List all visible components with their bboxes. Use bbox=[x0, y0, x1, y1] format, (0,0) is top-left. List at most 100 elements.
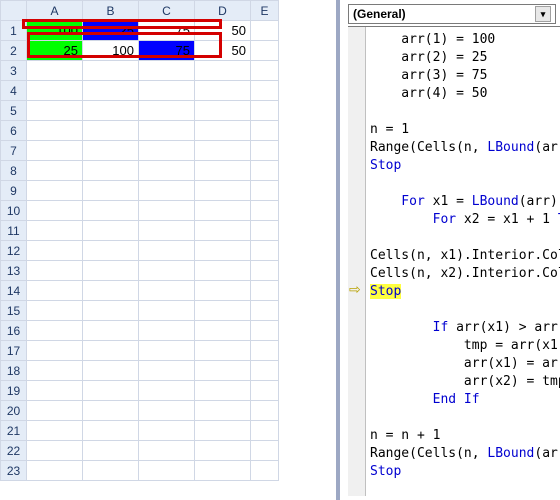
cell[interactable] bbox=[139, 301, 195, 321]
cell[interactable] bbox=[27, 181, 83, 201]
col-header-B[interactable]: B bbox=[83, 1, 139, 21]
cell[interactable] bbox=[195, 221, 251, 241]
cell[interactable]: 50 bbox=[195, 41, 251, 61]
cell[interactable] bbox=[27, 341, 83, 361]
cell[interactable]: 75 bbox=[139, 21, 195, 41]
code-editor[interactable]: ⇨ arr(1) = 100 arr(2) = 25 arr(3) = 75 a… bbox=[348, 26, 560, 496]
cell[interactable]: 100 bbox=[83, 41, 139, 61]
cell[interactable] bbox=[251, 321, 279, 341]
cell[interactable]: 100 bbox=[27, 21, 83, 41]
cell[interactable] bbox=[251, 181, 279, 201]
cell[interactable] bbox=[27, 301, 83, 321]
cell[interactable] bbox=[83, 141, 139, 161]
row-header[interactable]: 9 bbox=[1, 181, 27, 201]
cell[interactable] bbox=[83, 81, 139, 101]
row-header[interactable]: 14 bbox=[1, 281, 27, 301]
cell[interactable] bbox=[83, 101, 139, 121]
cell[interactable] bbox=[251, 261, 279, 281]
cell[interactable] bbox=[83, 421, 139, 441]
breakpoint-gutter[interactable]: ⇨ bbox=[348, 27, 366, 496]
cell[interactable] bbox=[83, 221, 139, 241]
cell[interactable] bbox=[139, 101, 195, 121]
cell[interactable] bbox=[139, 141, 195, 161]
row-header[interactable]: 20 bbox=[1, 401, 27, 421]
cell[interactable] bbox=[251, 121, 279, 141]
cell[interactable] bbox=[83, 201, 139, 221]
row-header[interactable]: 8 bbox=[1, 161, 27, 181]
cell[interactable] bbox=[251, 461, 279, 481]
cell[interactable] bbox=[83, 401, 139, 421]
cell[interactable] bbox=[251, 41, 279, 61]
cell[interactable]: 75 bbox=[139, 41, 195, 61]
cell[interactable] bbox=[195, 341, 251, 361]
cell[interactable] bbox=[251, 161, 279, 181]
cell[interactable] bbox=[27, 201, 83, 221]
cell[interactable] bbox=[195, 161, 251, 181]
cell[interactable] bbox=[195, 421, 251, 441]
cell[interactable] bbox=[251, 421, 279, 441]
row-header[interactable]: 4 bbox=[1, 81, 27, 101]
cell[interactable] bbox=[195, 261, 251, 281]
cell[interactable] bbox=[139, 241, 195, 261]
cell[interactable] bbox=[83, 121, 139, 141]
cell[interactable] bbox=[195, 101, 251, 121]
code-text[interactable]: arr(1) = 100 arr(2) = 25 arr(3) = 75 arr… bbox=[370, 31, 560, 496]
row-header[interactable]: 10 bbox=[1, 201, 27, 221]
row-header[interactable]: 13 bbox=[1, 261, 27, 281]
cell[interactable]: 25 bbox=[27, 41, 83, 61]
col-header-A[interactable]: A bbox=[27, 1, 83, 21]
cell[interactable] bbox=[139, 421, 195, 441]
cell[interactable] bbox=[27, 61, 83, 81]
cell[interactable] bbox=[139, 201, 195, 221]
cell[interactable] bbox=[195, 61, 251, 81]
cell[interactable] bbox=[139, 321, 195, 341]
cell[interactable] bbox=[139, 441, 195, 461]
cell[interactable] bbox=[27, 421, 83, 441]
cell[interactable] bbox=[251, 441, 279, 461]
cell[interactable] bbox=[251, 361, 279, 381]
cell[interactable] bbox=[251, 101, 279, 121]
spreadsheet-grid[interactable]: A B C D E 1 100 25 75 50 2 25 100 75 50 … bbox=[0, 0, 279, 481]
cell[interactable]: 25 bbox=[83, 21, 139, 41]
cell[interactable] bbox=[83, 181, 139, 201]
col-header-D[interactable]: D bbox=[195, 1, 251, 21]
cell[interactable] bbox=[139, 221, 195, 241]
cell[interactable] bbox=[27, 221, 83, 241]
cell[interactable] bbox=[195, 241, 251, 261]
cell[interactable] bbox=[139, 81, 195, 101]
cell[interactable] bbox=[195, 441, 251, 461]
cell[interactable] bbox=[251, 401, 279, 421]
cell[interactable] bbox=[251, 381, 279, 401]
cell[interactable] bbox=[195, 301, 251, 321]
cell[interactable] bbox=[83, 361, 139, 381]
row-header[interactable]: 3 bbox=[1, 61, 27, 81]
cell[interactable] bbox=[27, 461, 83, 481]
cell[interactable] bbox=[251, 81, 279, 101]
cell[interactable] bbox=[83, 381, 139, 401]
row-header[interactable]: 22 bbox=[1, 441, 27, 461]
cell[interactable] bbox=[251, 61, 279, 81]
row-header[interactable]: 21 bbox=[1, 421, 27, 441]
cell[interactable] bbox=[83, 441, 139, 461]
cell[interactable] bbox=[251, 281, 279, 301]
cell[interactable] bbox=[195, 181, 251, 201]
cell[interactable] bbox=[27, 261, 83, 281]
cell[interactable] bbox=[139, 341, 195, 361]
row-header[interactable]: 23 bbox=[1, 461, 27, 481]
cell[interactable] bbox=[139, 461, 195, 481]
cell[interactable] bbox=[195, 141, 251, 161]
cell[interactable] bbox=[251, 341, 279, 361]
cell[interactable] bbox=[27, 241, 83, 261]
cell[interactable] bbox=[251, 141, 279, 161]
cell[interactable] bbox=[139, 361, 195, 381]
row-header[interactable]: 5 bbox=[1, 101, 27, 121]
cell[interactable] bbox=[27, 101, 83, 121]
row-header[interactable]: 1 bbox=[1, 21, 27, 41]
cell[interactable] bbox=[195, 281, 251, 301]
cell[interactable] bbox=[195, 401, 251, 421]
cell[interactable] bbox=[195, 461, 251, 481]
row-header[interactable]: 6 bbox=[1, 121, 27, 141]
cell[interactable] bbox=[83, 161, 139, 181]
cell[interactable] bbox=[195, 381, 251, 401]
cell[interactable] bbox=[251, 221, 279, 241]
